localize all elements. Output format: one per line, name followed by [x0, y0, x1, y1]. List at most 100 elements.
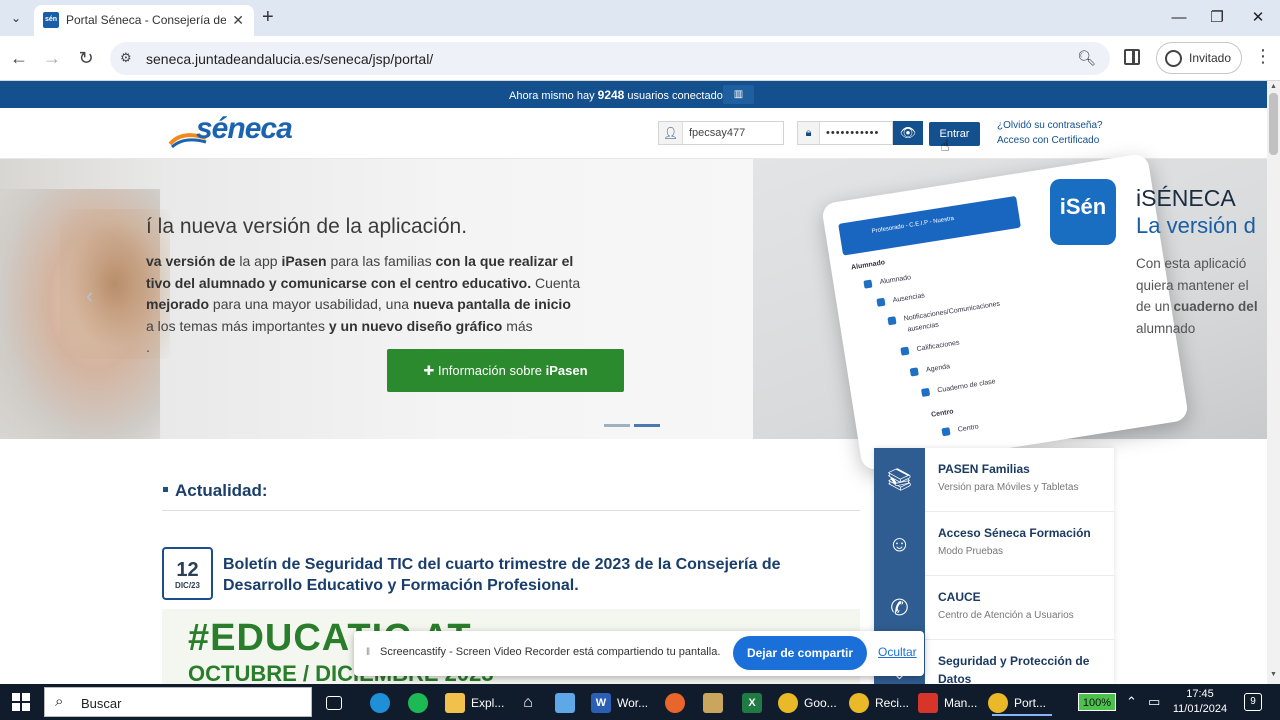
firefox-icon[interactable]: [665, 688, 691, 716]
close-tab-icon[interactable]: ✕: [232, 12, 244, 29]
browser-toolbar: ← → ↻ ⚙ seneca.juntadeandalucia.es/senec…: [0, 36, 1280, 81]
taskbar-app-chrome-2[interactable]: Reci...: [849, 688, 909, 716]
scroll-down-icon[interactable]: ▼: [1270, 671, 1277, 678]
username-field[interactable]: 👤︎ fpecsay477: [658, 121, 784, 145]
seneca-logo[interactable]: séneca: [168, 112, 308, 152]
slider-dot[interactable]: [604, 424, 630, 427]
home-icon[interactable]: ⌂: [518, 688, 544, 716]
minimize-button[interactable]: —: [1165, 6, 1193, 30]
quick-link-title-line2: Datos: [938, 672, 972, 684]
url-text[interactable]: seneca.juntadeandalucia.es/seneca/jsp/po…: [146, 51, 433, 67]
close-window-button[interactable]: ✕: [1244, 6, 1272, 30]
store-icon[interactable]: [555, 688, 581, 716]
profile-button[interactable]: Invitado: [1156, 42, 1242, 74]
stats-chart-icon[interactable]: ▥: [723, 85, 754, 104]
excel-icon[interactable]: X: [742, 688, 768, 716]
restore-button[interactable]: ❐: [1203, 6, 1231, 30]
zoom-icon[interactable]: 🔍︎: [1077, 49, 1096, 67]
reload-button[interactable]: ↻: [74, 46, 98, 70]
tablet-mockup: Profesorado - C.E.I.P - Nuestra Alumnado…: [820, 152, 1190, 472]
spotify-icon[interactable]: [408, 688, 434, 716]
scroll-up-icon[interactable]: ▲: [1270, 83, 1277, 90]
certificate-access-link[interactable]: Acceso con Certificado: [997, 135, 1099, 146]
lock-icon: 🔒︎: [798, 122, 820, 144]
stop-sharing-button[interactable]: Dejar de compartir: [733, 636, 867, 670]
reader-icon: ☺: [874, 512, 925, 576]
user-icon: 👤︎: [659, 122, 683, 144]
system-tray-icon[interactable]: ⌃: [1126, 688, 1137, 716]
taskbar-search[interactable]: ⌕ Buscar: [44, 687, 312, 717]
taskbar-app-chrome-active[interactable]: Port...: [988, 688, 1052, 716]
section-divider: [162, 510, 860, 511]
tablet-menu-item: Alumnado: [850, 259, 886, 272]
browser-menu-icon[interactable]: ⋮: [1254, 46, 1272, 67]
iseneca-title: iSÉNECA: [1136, 185, 1236, 211]
quick-link-formacion[interactable]: ☺ Acceso Séneca Formación Modo Pruebas: [874, 512, 1114, 576]
tablet-menu-item: Calificaciones: [900, 339, 960, 356]
iseneca-description: Con esta aplicació quiera mantener el de…: [1136, 256, 1258, 336]
clock-time[interactable]: 17:45: [1175, 688, 1225, 700]
tablet-menu-item: Ausencias: [876, 291, 925, 307]
forward-button[interactable]: →: [40, 46, 64, 70]
tab-title: Portal Séneca - Consejería de D: [66, 13, 226, 27]
hide-link[interactable]: Ocultar: [878, 645, 917, 659]
books-icon: 📚︎: [874, 448, 925, 512]
battery-indicator[interactable]: 100%: [1078, 693, 1116, 711]
network-icon[interactable]: ▭: [1148, 688, 1160, 716]
slider-dot-active[interactable]: [634, 424, 660, 427]
taskbar-app-explorer[interactable]: Expl...: [445, 688, 504, 716]
site-header: séneca 👤︎ fpecsay477 🔒︎ ••••••••••• 👁︎ E…: [0, 108, 1267, 159]
logo-text: séneca: [196, 112, 293, 145]
tablet-app-header: Profesorado - C.E.I.P - Nuestra: [838, 195, 1021, 256]
connected-users-text: Ahora mismo hay 9248 usuarios conectados: [509, 88, 729, 102]
iseneca-subtitle: La versión d: [1136, 213, 1256, 238]
tablet-menu-item: Cuaderno de clase: [921, 377, 996, 397]
taskbar-app-chrome[interactable]: Goo...: [778, 688, 837, 716]
windows-start-icon[interactable]: [12, 693, 30, 711]
app-icon[interactable]: [703, 688, 729, 716]
search-icon: ⌕: [55, 693, 64, 710]
forgot-password-link[interactable]: ¿Olvidó su contraseña?: [997, 120, 1103, 131]
news-headline-link[interactable]: Boletín de Seguridad TIC del cuarto trim…: [223, 554, 833, 596]
ipasen-info-button[interactable]: ✚ Información sobre iPasen: [387, 349, 624, 392]
quick-link-pasen[interactable]: 📚︎ PASEN Familias Versión para Móviles y…: [874, 448, 1114, 512]
show-password-eye-icon[interactable]: 👁︎: [893, 121, 923, 145]
taskbar-app-pdf[interactable]: Man...: [918, 688, 977, 716]
taskbar-app-word[interactable]: W Wor...: [591, 688, 648, 716]
connected-users-bar: Ahora mismo hay 9248 usuarios conectados…: [0, 81, 1267, 108]
news-date-month: DIC/23: [175, 581, 200, 590]
news-date-day: 12: [176, 559, 199, 581]
side-panel-icon[interactable]: [1124, 49, 1140, 65]
section-title: Actualidad:: [175, 481, 268, 500]
seneca-favicon-icon: sén: [43, 12, 59, 28]
edge-icon[interactable]: [370, 688, 396, 716]
tablet-menu-item: Agenda: [909, 362, 951, 377]
scroll-thumb[interactable]: [1269, 93, 1278, 155]
quick-link-title: CAUCE: [938, 590, 981, 604]
quick-link-title: Seguridad y Protección de: [938, 654, 1090, 668]
username-value[interactable]: fpecsay477: [689, 127, 745, 139]
tablet-menu-item: ausencias: [907, 321, 940, 334]
back-button[interactable]: ←: [7, 46, 31, 70]
page-scrollbar[interactable]: ▲ ▼: [1267, 81, 1280, 684]
quick-link-title: Acceso Séneca Formación: [938, 526, 1091, 540]
drag-handle-icon[interactable]: ‖: [366, 647, 370, 658]
clock-date[interactable]: 11/01/2024: [1170, 703, 1230, 715]
slider-prev-icon[interactable]: ‹: [86, 283, 93, 309]
new-tab-button[interactable]: +: [262, 6, 274, 29]
profile-label: Invitado: [1189, 51, 1232, 65]
address-bar[interactable]: ⚙ seneca.juntadeandalucia.es/seneca/jsp/…: [110, 42, 1110, 75]
site-info-icon[interactable]: ⚙: [120, 50, 132, 66]
page-content: Ahora mismo hay 9248 usuarios conectados…: [0, 81, 1280, 684]
iseneca-app-icon: iSén: [1050, 179, 1116, 245]
login-button[interactable]: Entrar: [929, 122, 980, 146]
password-field[interactable]: 🔒︎ •••••••••••: [797, 121, 893, 145]
task-view-icon[interactable]: [326, 688, 348, 716]
active-tab[interactable]: sén Portal Séneca - Consejería de D ✕: [34, 5, 254, 36]
password-value[interactable]: •••••••••••: [826, 127, 879, 139]
tablet-menu-item: Notificaciones/Comunicaciones: [887, 300, 1001, 326]
quick-link-title: PASEN Familias: [938, 462, 1030, 476]
tab-search-button[interactable]: ⌄: [6, 8, 26, 28]
quick-link-subtitle: Modo Pruebas: [938, 546, 1004, 557]
notifications-icon[interactable]: 9: [1244, 693, 1262, 711]
